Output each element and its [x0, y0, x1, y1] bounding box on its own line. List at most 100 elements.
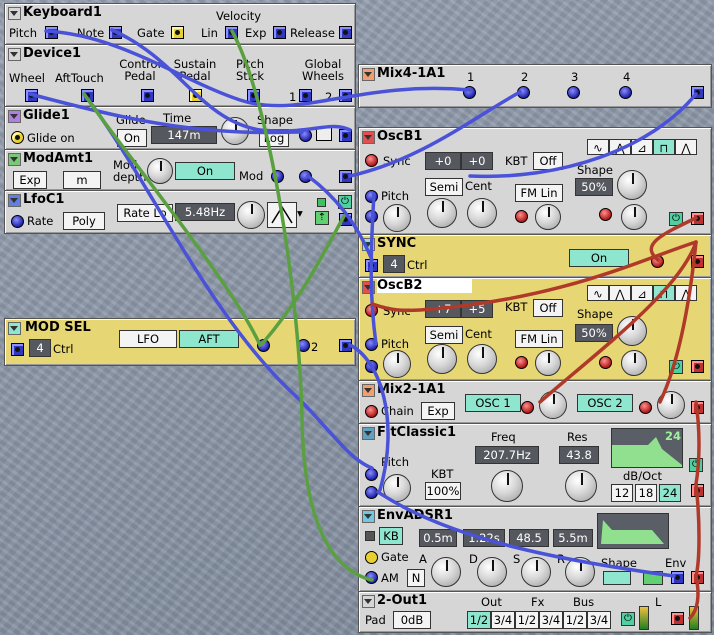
kbt-selector[interactable]: 100%: [425, 482, 461, 500]
rate-knob[interactable]: [237, 201, 265, 229]
lfo-output[interactable]: [339, 213, 352, 226]
sustain-pedal-output[interactable]: [189, 89, 202, 102]
rate-input[interactable]: [11, 215, 24, 228]
kbt-selector[interactable]: Off: [533, 152, 563, 170]
freq-knob[interactable]: [491, 470, 523, 502]
oscb1-output[interactable]: [691, 212, 704, 225]
modamt-input[interactable]: [299, 170, 312, 183]
mix4-input-3[interactable]: [567, 86, 580, 99]
fm-lin-selector[interactable]: FM Lin: [515, 330, 563, 348]
attack-knob[interactable]: [431, 557, 461, 587]
glide-module[interactable]: Glide1 Glide on Glide On Time 147m Shape…: [4, 106, 356, 150]
power-icon[interactable]: ⏻: [338, 195, 352, 209]
filter-module[interactable]: FltClassic1 Freq 207.7Hz Res 43.8 24 Pit…: [358, 423, 712, 507]
aft-selector-button[interactable]: AFT: [179, 330, 239, 348]
shape-selector[interactable]: [603, 571, 631, 585]
fm-input[interactable]: [515, 210, 528, 223]
n-selector[interactable]: N: [407, 569, 425, 587]
module-menu-icon[interactable]: [362, 281, 375, 294]
chain-input[interactable]: [365, 405, 378, 418]
shape-mod-input[interactable]: [599, 356, 612, 369]
decay-knob[interactable]: [477, 557, 507, 587]
pitch-mod-input[interactable]: [365, 360, 378, 373]
kbt-selector[interactable]: Off: [533, 299, 563, 317]
mix4-input-4[interactable]: [619, 86, 632, 99]
release-output[interactable]: [339, 26, 352, 39]
glide-input[interactable]: [299, 129, 312, 142]
shape-mod-input[interactable]: [599, 208, 612, 221]
filter-output[interactable]: [691, 484, 704, 497]
osc1-level-knob[interactable]: [539, 391, 567, 419]
velocity-lin-output[interactable]: [225, 26, 238, 39]
glide-toggle[interactable]: On: [117, 129, 147, 147]
semi-knob[interactable]: [427, 198, 457, 228]
mix4-input-1[interactable]: [463, 86, 476, 99]
module-menu-icon[interactable]: [362, 384, 375, 397]
oscb2-module[interactable]: OscB2 Sync +7 +5 KBT Off ∿ ⋀ ⊿ ⊓ ⋀ Pitch…: [358, 277, 712, 381]
shape-mod-knob[interactable]: [621, 204, 647, 230]
pitch-output[interactable]: [45, 26, 58, 39]
waveform-dropdown-icon[interactable]: ▾: [297, 207, 303, 219]
pitch-input[interactable]: [365, 190, 378, 203]
sync-input[interactable]: [365, 154, 378, 167]
power-icon[interactable]: ⏻: [669, 360, 683, 374]
fx-1-2-button[interactable]: 1/2: [515, 611, 539, 629]
global-wheel-2-output[interactable]: [339, 89, 352, 102]
pitch-mod-input[interactable]: [365, 210, 378, 223]
semi-knob[interactable]: [427, 344, 457, 374]
glide-output[interactable]: [339, 129, 352, 142]
slope-24-button[interactable]: 24: [659, 484, 681, 502]
sync-module[interactable]: SYNC 4 Ctrl On: [358, 234, 712, 278]
wave-saw-button[interactable]: ⊿: [631, 139, 653, 155]
sync-input-1[interactable]: [651, 255, 664, 268]
wave-triangle-button[interactable]: ⋀: [609, 285, 631, 301]
env-output[interactable]: [671, 571, 684, 584]
out-module[interactable]: 2-Out1 Pad 0dB Out Fx Bus 1/2 3/4 1/2 3/…: [358, 591, 712, 633]
modamt-output[interactable]: [339, 170, 352, 183]
modsel-output[interactable]: [339, 339, 352, 352]
pad-selector[interactable]: 0dB: [393, 611, 431, 629]
wave-sine-button[interactable]: ∿: [587, 285, 609, 301]
oscb2-output[interactable]: [691, 360, 704, 373]
shape-mod-knob[interactable]: [621, 350, 647, 376]
sync-input[interactable]: [365, 304, 378, 317]
global-wheel-1-output[interactable]: [299, 89, 312, 102]
shape-knob[interactable]: [617, 170, 647, 200]
wave-sine-button[interactable]: ∿: [587, 139, 609, 155]
rate-range-selector[interactable]: Rate Lo: [117, 204, 173, 222]
mix4-output[interactable]: [691, 86, 704, 99]
module-menu-icon[interactable]: [362, 510, 375, 523]
velocity-exp-output[interactable]: [273, 26, 286, 39]
sustain-knob[interactable]: [521, 557, 551, 587]
time-knob[interactable]: [221, 117, 249, 145]
module-menu-icon[interactable]: [8, 194, 21, 207]
lfo-direction-button[interactable]: ⇡: [315, 211, 329, 225]
poly-selector[interactable]: Poly: [63, 212, 105, 230]
wave-square-button[interactable]: ⊓: [653, 139, 675, 155]
note-output[interactable]: [109, 26, 122, 39]
fm-knob[interactable]: [535, 350, 561, 376]
wave-pulse-button[interactable]: ⋀: [675, 285, 697, 301]
wheel-output[interactable]: [25, 89, 38, 102]
sync-control-input[interactable]: [365, 259, 378, 272]
slope-12-button[interactable]: 12: [611, 484, 633, 502]
mix2-module[interactable]: Mix2-1A1 Chain Exp OSC 1 OSC 2: [358, 380, 712, 424]
mix4-input-2[interactable]: [517, 86, 530, 99]
wave-pulse-button[interactable]: ⋀: [675, 139, 697, 155]
modsel-control-input[interactable]: [11, 343, 24, 356]
env-am-output[interactable]: [691, 571, 704, 584]
module-menu-icon[interactable]: [362, 238, 375, 251]
glide-on-input[interactable]: [11, 131, 24, 144]
out-left-input[interactable]: [671, 612, 684, 625]
pitch-mod-knob[interactable]: [383, 474, 411, 502]
wave-saw-button[interactable]: ⊿: [631, 285, 653, 301]
pitch-mod-input[interactable]: [365, 486, 378, 499]
pitch-stick-output[interactable]: [247, 89, 260, 102]
cent-knob[interactable]: [467, 344, 497, 374]
fm-lin-selector[interactable]: FM Lin: [515, 184, 563, 202]
mod-depth-knob[interactable]: [147, 158, 173, 184]
mod-input[interactable]: [271, 170, 284, 183]
power-icon[interactable]: ⏻: [669, 212, 683, 226]
fm-input[interactable]: [515, 356, 528, 369]
pitch-input[interactable]: [365, 338, 378, 351]
